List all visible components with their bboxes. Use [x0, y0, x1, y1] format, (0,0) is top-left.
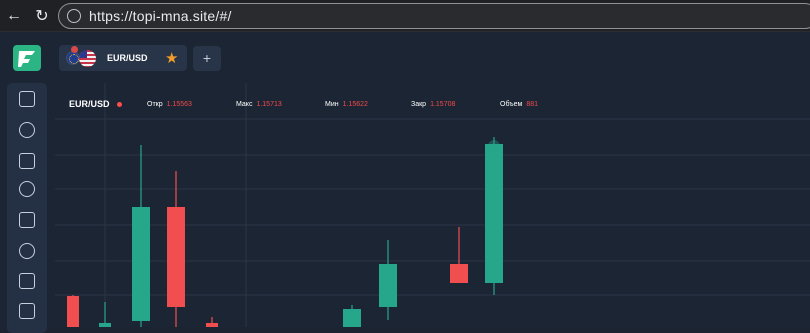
speedometer-icon[interactable]	[19, 122, 35, 138]
current-price-glow	[488, 140, 500, 152]
brand-logo[interactable]	[13, 45, 41, 71]
trading-app: EUR/USD ★ + EUR/USD Откр 1.15563 Макс 1.15…	[0, 33, 810, 333]
reload-icon[interactable]: ↻	[30, 4, 54, 28]
chart-symbol: EUR/USD	[69, 99, 110, 109]
candle-body-1[interactable]	[99, 323, 111, 327]
volume-stat: Объем 881	[500, 101, 538, 108]
settings-icon[interactable]	[19, 243, 35, 259]
clock-icon[interactable]	[19, 181, 35, 197]
contacts-icon[interactable]	[19, 273, 35, 289]
price-chart[interactable]: EUR/USD Откр 1.15563 Макс 1.15713 Мин 1.156…	[55, 83, 810, 327]
address-bar[interactable]: https://topi-mna.site/#/	[58, 3, 810, 29]
max-stat: Макс 1.15713	[236, 101, 282, 108]
favorite-star-icon[interactable]: ★	[165, 49, 178, 67]
candle-body-3[interactable]	[167, 207, 185, 307]
asset-tab-label: EUR/USD	[107, 53, 148, 63]
url-text: https://topi-mna.site/#/	[89, 8, 232, 24]
live-indicator	[117, 102, 122, 107]
calendar-icon[interactable]	[19, 303, 35, 319]
candle-body-2[interactable]	[132, 207, 150, 321]
candle-body-5[interactable]	[343, 309, 361, 327]
browser-toolbar: ← ↻ https://topi-mna.site/#/	[0, 0, 810, 32]
candle-body-7[interactable]	[450, 264, 468, 283]
open-stat: Откр 1.15563	[147, 101, 192, 108]
candle-body-4[interactable]	[206, 323, 218, 327]
min-stat: Мин 1.15622	[325, 101, 368, 108]
candle-body-0[interactable]	[67, 296, 79, 327]
candlestick-chart	[55, 83, 810, 327]
site-info-icon[interactable]	[67, 9, 81, 23]
close-stat: Закр 1.15708	[411, 101, 456, 108]
candle-body-8[interactable]	[485, 144, 503, 283]
candle-body-6[interactable]	[379, 264, 397, 307]
currency-flags-icon	[65, 46, 99, 68]
briefcase-icon[interactable]	[19, 153, 35, 169]
add-tab-button[interactable]: +	[193, 46, 221, 71]
sidebar	[7, 83, 47, 333]
asset-tab[interactable]: EUR/USD ★	[59, 45, 187, 71]
back-arrow-icon[interactable]: ←	[2, 4, 26, 28]
chart-icon[interactable]	[19, 91, 35, 107]
book-icon[interactable]	[19, 212, 35, 228]
